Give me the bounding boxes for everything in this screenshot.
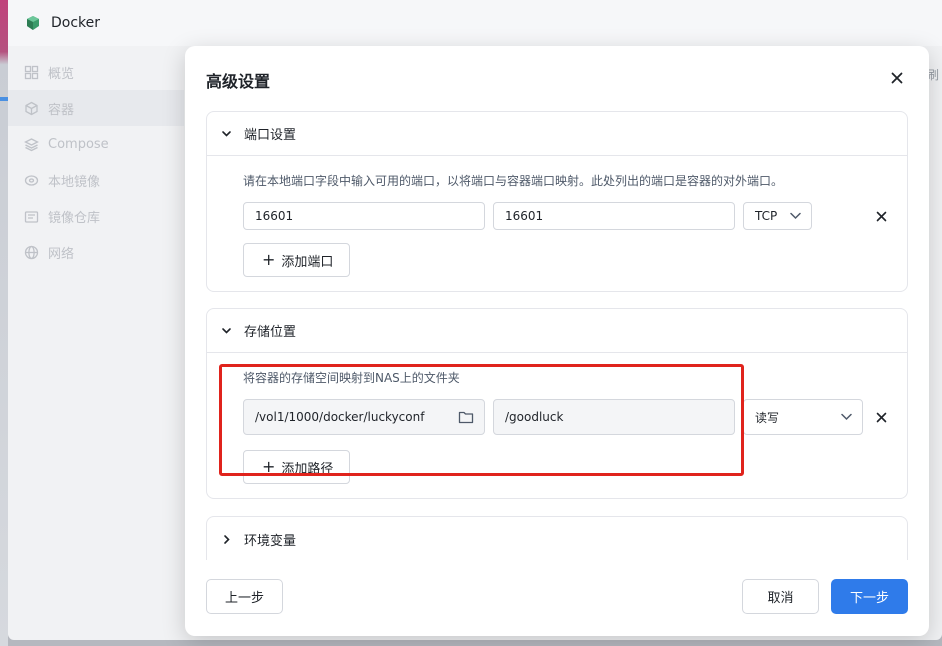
port-settings-header[interactable]: 端口设置	[207, 112, 907, 156]
port-description: 请在本地端口字段中输入可用的端口，以将端口与容器端口映射。此处列出的端口是容器的…	[243, 174, 784, 188]
env-header[interactable]: 环境变量	[207, 517, 907, 560]
desktop-indicator	[0, 97, 8, 101]
remove-path-icon[interactable]	[876, 412, 887, 423]
app-titlebar: Docker	[8, 0, 942, 46]
advanced-settings-dialog: 高级设置 端口设置 请在本地端口字段中输入可用的端口，以将端口与容器端口映射。此…	[185, 46, 929, 636]
storage-header[interactable]: 存储位置	[207, 309, 907, 353]
cancel-button[interactable]: 取消	[742, 579, 819, 614]
protocol-value: TCP	[755, 209, 778, 223]
port-settings-title: 端口设置	[244, 128, 297, 143]
chevron-down-icon	[222, 328, 231, 334]
prev-step-button[interactable]: 上一步	[206, 579, 283, 614]
next-step-button[interactable]: 下一步	[831, 579, 908, 614]
protocol-select[interactable]: TCP	[743, 202, 812, 230]
plus-icon: +	[262, 250, 276, 269]
container-port-input[interactable]: 16601	[493, 202, 735, 230]
red-highlight-box	[219, 364, 744, 476]
remove-port-icon[interactable]	[876, 211, 887, 222]
chevron-down-icon	[222, 131, 231, 137]
chevron-right-icon	[224, 534, 230, 544]
env-section: 环境变量	[206, 516, 908, 560]
close-icon[interactable]	[889, 70, 905, 86]
docker-logo-icon	[27, 16, 39, 30]
permission-value: 读写	[755, 410, 780, 425]
app-title: Docker	[51, 15, 101, 31]
chevron-down-icon	[841, 413, 852, 421]
permission-select[interactable]: 读写	[743, 399, 863, 435]
local-port-input[interactable]: 16601	[243, 202, 485, 230]
dialog-title: 高级设置	[206, 72, 271, 91]
add-port-button[interactable]: + 添加端口	[243, 243, 351, 277]
storage-title: 存储位置	[244, 325, 297, 340]
port-settings-section: 端口设置 请在本地端口字段中输入可用的端口，以将端口与容器端口映射。此处列出的端…	[206, 111, 908, 292]
env-title: 环境变量	[244, 533, 297, 549]
chevron-down-icon	[790, 212, 801, 220]
add-port-label: 添加端口	[281, 254, 334, 270]
